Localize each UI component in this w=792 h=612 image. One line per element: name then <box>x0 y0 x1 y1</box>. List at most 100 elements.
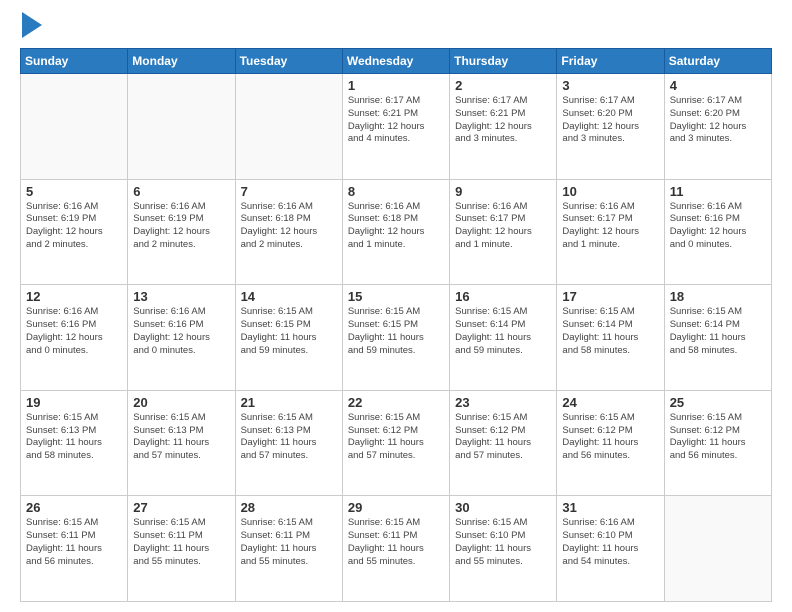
calendar-cell: 17 Sunrise: 6:15 AMSunset: 6:14 PMDayligh… <box>557 285 664 391</box>
logo-triangle-icon <box>22 12 42 38</box>
week-row-5: 26 Sunrise: 6:15 AMSunset: 6:11 PMDayligh… <box>21 496 772 602</box>
calendar-cell: 2 Sunrise: 6:17 AMSunset: 6:21 PMDaylight… <box>450 74 557 180</box>
calendar-cell: 31Sunrise: 6:16 AMSunset: 6:10 PMDayligh… <box>557 496 664 602</box>
calendar-cell: 7 Sunrise: 6:16 AMSunset: 6:18 PMDaylight… <box>235 179 342 285</box>
day-info: Sunrise: 6:17 AMSunset: 6:21 PMDaylight:… <box>455 95 551 146</box>
day-info: Sunrise: 6:16 AMSunset: 6:18 PMDaylight:… <box>348 201 444 252</box>
page-header <box>20 16 772 38</box>
calendar-cell: 8 Sunrise: 6:16 AMSunset: 6:18 PMDaylight… <box>342 179 449 285</box>
calendar-cell: 10 Sunrise: 6:16 AMSunset: 6:17 PMDayligh… <box>557 179 664 285</box>
weekday-header-sunday: Sunday <box>21 49 128 74</box>
calendar-cell: 28 Sunrise: 6:15 AMSunset: 6:11 PMDayligh… <box>235 496 342 602</box>
weekday-header-wednesday: Wednesday <box>342 49 449 74</box>
day-info: Sunrise: 6:15 AMSunset: 6:15 PMDaylight:… <box>241 306 337 357</box>
day-number: 2 <box>455 78 551 93</box>
day-info: Sunrise: 6:17 AMSunset: 6:20 PMDaylight:… <box>562 95 658 146</box>
calendar-cell: 5 Sunrise: 6:16 AMSunset: 6:19 PMDaylight… <box>21 179 128 285</box>
weekday-header-row: SundayMondayTuesdayWednesdayThursdayFrid… <box>21 49 772 74</box>
day-info: Sunrise: 6:17 AMSunset: 6:20 PMDaylight:… <box>670 95 766 146</box>
day-number: 29 <box>348 500 444 515</box>
weekday-header-tuesday: Tuesday <box>235 49 342 74</box>
day-number: 15 <box>348 289 444 304</box>
calendar-cell <box>21 74 128 180</box>
calendar-cell: 24 Sunrise: 6:15 AMSunset: 6:12 PMDayligh… <box>557 390 664 496</box>
day-info: Sunrise: 6:16 AMSunset: 6:19 PMDaylight:… <box>26 201 122 252</box>
day-info: Sunrise: 6:16 AMSunset: 6:19 PMDaylight:… <box>133 201 229 252</box>
calendar-cell: 16 Sunrise: 6:15 AMSunset: 6:14 PMDayligh… <box>450 285 557 391</box>
week-row-4: 19 Sunrise: 6:15 AMSunset: 6:13 PMDayligh… <box>21 390 772 496</box>
day-info: Sunrise: 6:16 AMSunset: 6:17 PMDaylight:… <box>455 201 551 252</box>
day-info: Sunrise: 6:16 AMSunset: 6:10 PMDaylight:… <box>562 517 658 568</box>
calendar-cell: 3Sunrise: 6:17 AMSunset: 6:20 PMDaylight… <box>557 74 664 180</box>
calendar-cell: 11 Sunrise: 6:16 AMSunset: 6:16 PMDayligh… <box>664 179 771 285</box>
day-info: Sunrise: 6:15 AMSunset: 6:11 PMDaylight:… <box>241 517 337 568</box>
weekday-header-thursday: Thursday <box>450 49 557 74</box>
day-number: 30 <box>455 500 551 515</box>
day-info: Sunrise: 6:16 AMSunset: 6:16 PMDaylight:… <box>133 306 229 357</box>
day-info: Sunrise: 6:15 AMSunset: 6:13 PMDaylight:… <box>26 412 122 463</box>
day-info: Sunrise: 6:15 AMSunset: 6:10 PMDaylight:… <box>455 517 551 568</box>
day-info: Sunrise: 6:15 AMSunset: 6:14 PMDaylight:… <box>455 306 551 357</box>
day-number: 20 <box>133 395 229 410</box>
day-info: Sunrise: 6:16 AMSunset: 6:16 PMDaylight:… <box>26 306 122 357</box>
day-number: 10 <box>562 184 658 199</box>
calendar-cell: 13 Sunrise: 6:16 AMSunset: 6:16 PMDayligh… <box>128 285 235 391</box>
day-number: 27 <box>133 500 229 515</box>
day-info: Sunrise: 6:15 AMSunset: 6:11 PMDaylight:… <box>348 517 444 568</box>
day-number: 7 <box>241 184 337 199</box>
week-row-1: 1 Sunrise: 6:17 AMSunset: 6:21 PMDaylight… <box>21 74 772 180</box>
calendar-cell: 22Sunrise: 6:15 AMSunset: 6:12 PMDayligh… <box>342 390 449 496</box>
calendar-cell: 18 Sunrise: 6:15 AMSunset: 6:14 PMDayligh… <box>664 285 771 391</box>
day-info: Sunrise: 6:15 AMSunset: 6:13 PMDaylight:… <box>133 412 229 463</box>
day-number: 16 <box>455 289 551 304</box>
day-number: 13 <box>133 289 229 304</box>
day-number: 18 <box>670 289 766 304</box>
day-number: 22 <box>348 395 444 410</box>
calendar-cell <box>128 74 235 180</box>
calendar-cell: 21 Sunrise: 6:15 AMSunset: 6:13 PMDayligh… <box>235 390 342 496</box>
calendar-cell <box>235 74 342 180</box>
weekday-header-saturday: Saturday <box>664 49 771 74</box>
calendar-cell: 26 Sunrise: 6:15 AMSunset: 6:11 PMDayligh… <box>21 496 128 602</box>
day-number: 26 <box>26 500 122 515</box>
day-info: Sunrise: 6:15 AMSunset: 6:14 PMDaylight:… <box>670 306 766 357</box>
day-info: Sunrise: 6:17 AMSunset: 6:21 PMDaylight:… <box>348 95 444 146</box>
calendar-cell: 1 Sunrise: 6:17 AMSunset: 6:21 PMDaylight… <box>342 74 449 180</box>
calendar-cell <box>664 496 771 602</box>
day-number: 28 <box>241 500 337 515</box>
day-number: 24 <box>562 395 658 410</box>
calendar-cell: 14 Sunrise: 6:15 AMSunset: 6:15 PMDayligh… <box>235 285 342 391</box>
day-info: Sunrise: 6:15 AMSunset: 6:11 PMDaylight:… <box>133 517 229 568</box>
weekday-header-friday: Friday <box>557 49 664 74</box>
day-number: 25 <box>670 395 766 410</box>
day-info: Sunrise: 6:16 AMSunset: 6:16 PMDaylight:… <box>670 201 766 252</box>
calendar-cell: 9Sunrise: 6:16 AMSunset: 6:17 PMDaylight… <box>450 179 557 285</box>
day-info: Sunrise: 6:15 AMSunset: 6:12 PMDaylight:… <box>670 412 766 463</box>
calendar-body: 1 Sunrise: 6:17 AMSunset: 6:21 PMDaylight… <box>21 74 772 602</box>
day-number: 1 <box>348 78 444 93</box>
day-info: Sunrise: 6:15 AMSunset: 6:12 PMDaylight:… <box>455 412 551 463</box>
day-number: 23 <box>455 395 551 410</box>
day-number: 11 <box>670 184 766 199</box>
week-row-2: 5 Sunrise: 6:16 AMSunset: 6:19 PMDaylight… <box>21 179 772 285</box>
day-info: Sunrise: 6:15 AMSunset: 6:14 PMDaylight:… <box>562 306 658 357</box>
day-info: Sunrise: 6:16 AMSunset: 6:17 PMDaylight:… <box>562 201 658 252</box>
calendar-cell: 29 Sunrise: 6:15 AMSunset: 6:11 PMDayligh… <box>342 496 449 602</box>
day-info: Sunrise: 6:16 AMSunset: 6:18 PMDaylight:… <box>241 201 337 252</box>
day-number: 6 <box>133 184 229 199</box>
calendar-cell: 20 Sunrise: 6:15 AMSunset: 6:13 PMDayligh… <box>128 390 235 496</box>
day-info: Sunrise: 6:15 AMSunset: 6:12 PMDaylight:… <box>562 412 658 463</box>
calendar-cell: 27 Sunrise: 6:15 AMSunset: 6:11 PMDayligh… <box>128 496 235 602</box>
day-number: 14 <box>241 289 337 304</box>
weekday-header-monday: Monday <box>128 49 235 74</box>
week-row-3: 12Sunrise: 6:16 AMSunset: 6:16 PMDayligh… <box>21 285 772 391</box>
day-info: Sunrise: 6:15 AMSunset: 6:13 PMDaylight:… <box>241 412 337 463</box>
day-number: 21 <box>241 395 337 410</box>
day-info: Sunrise: 6:15 AMSunset: 6:11 PMDaylight:… <box>26 517 122 568</box>
day-number: 19 <box>26 395 122 410</box>
logo <box>20 16 42 38</box>
day-number: 5 <box>26 184 122 199</box>
day-number: 8 <box>348 184 444 199</box>
calendar-cell: 15Sunrise: 6:15 AMSunset: 6:15 PMDayligh… <box>342 285 449 391</box>
day-number: 17 <box>562 289 658 304</box>
